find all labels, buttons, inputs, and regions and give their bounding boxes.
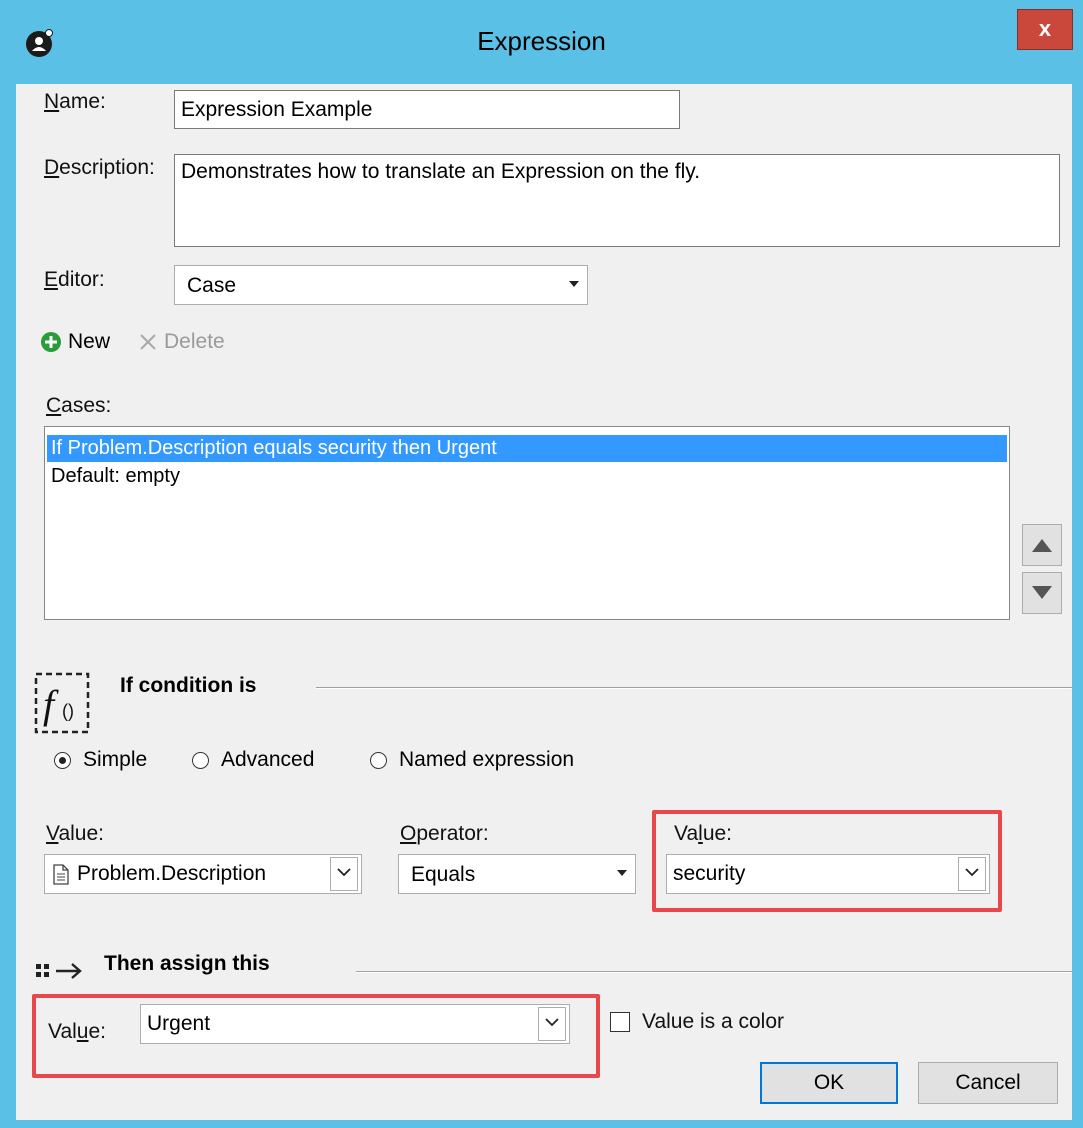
- radio-selected-icon: [54, 751, 71, 769]
- assign-arrow-icon: [36, 960, 90, 982]
- cancel-button[interactable]: Cancel: [918, 1062, 1058, 1104]
- condition-value-text: Problem.Description: [77, 862, 267, 885]
- delete-x-icon: [140, 334, 156, 350]
- operator-select[interactable]: Equals: [398, 854, 636, 894]
- function-icon: f (): [34, 672, 90, 734]
- value-is-color-label: Value is a color: [642, 1010, 785, 1033]
- chevron-down-icon: [569, 281, 579, 287]
- condition-section-title: If condition is: [120, 674, 257, 697]
- arrow-up-icon: [1032, 539, 1052, 552]
- radio-icon: [192, 751, 209, 769]
- operator-label: Operator:: [400, 822, 489, 845]
- radio-advanced-label: Advanced: [221, 748, 315, 771]
- condition-value-dropdown[interactable]: [330, 857, 358, 891]
- radio-named-label: Named expression: [399, 748, 575, 771]
- assign-section-title: Then assign this: [104, 952, 270, 975]
- move-down-button[interactable]: [1022, 572, 1062, 614]
- editor-select-value: Case: [187, 274, 237, 297]
- chevron-down-icon: [965, 868, 979, 877]
- dialog-body: Name: Expression Example Description: De…: [16, 84, 1072, 1120]
- chevron-down-icon: [617, 870, 627, 876]
- move-up-button[interactable]: [1022, 524, 1062, 566]
- list-item[interactable]: Default: empty: [47, 463, 1007, 490]
- editor-label: Editor:: [44, 268, 105, 291]
- description-label: Description:: [44, 156, 155, 179]
- assign-value-input[interactable]: Urgent: [140, 1004, 570, 1044]
- delete-button[interactable]: Delete: [138, 330, 225, 354]
- condition-value2-select[interactable]: security: [666, 854, 990, 894]
- cases-label: Cases:: [46, 394, 112, 417]
- chevron-down-icon: [337, 868, 351, 877]
- ok-button[interactable]: OK: [760, 1062, 898, 1104]
- value-is-color-checkbox[interactable]: [610, 1012, 630, 1032]
- name-input[interactable]: Expression Example: [174, 90, 680, 129]
- description-textarea[interactable]: Demonstrates how to translate an Express…: [174, 154, 1060, 247]
- new-label: New: [68, 330, 111, 353]
- plus-circle-icon: [41, 332, 61, 352]
- radio-simple-label: Simple: [83, 748, 148, 771]
- arrow-down-icon: [1032, 586, 1052, 599]
- window-title: Expression: [477, 26, 606, 56]
- cases-list[interactable]: If Problem.Description equals security t…: [44, 426, 1010, 620]
- expression-dialog: Expression x Name: Expression Example De…: [0, 0, 1083, 1128]
- assign-value-text: Urgent: [147, 1012, 211, 1035]
- operator-value: Equals: [411, 863, 476, 886]
- chevron-down-icon: [545, 1018, 559, 1027]
- radio-icon: [370, 751, 387, 769]
- condition-divider: [316, 687, 1072, 689]
- document-icon: [53, 864, 69, 885]
- condition-value-select[interactable]: Problem.Description: [44, 854, 362, 894]
- svg-text:f: f: [43, 682, 59, 727]
- assign-divider: [356, 971, 1072, 973]
- radio-advanced[interactable]: Advanced: [192, 748, 314, 772]
- close-button[interactable]: x: [1017, 9, 1073, 50]
- assign-value-dropdown[interactable]: [538, 1007, 566, 1041]
- condition-value-label: Value:: [46, 822, 104, 845]
- close-icon: x: [1038, 16, 1052, 41]
- title-bar[interactable]: Expression x: [0, 0, 1083, 84]
- condition-value2-dropdown[interactable]: [958, 857, 986, 891]
- condition-value2-label: Value:: [674, 822, 733, 845]
- new-button[interactable]: New: [40, 330, 110, 354]
- assign-value-label: Value:: [48, 1020, 106, 1043]
- list-item[interactable]: If Problem.Description equals security t…: [47, 435, 1007, 462]
- condition-value2-text: security: [673, 862, 746, 885]
- editor-select[interactable]: Case: [174, 265, 588, 305]
- svg-text:(): (): [62, 701, 74, 721]
- radio-named-expression[interactable]: Named expression: [370, 748, 574, 772]
- delete-label: Delete: [164, 330, 225, 353]
- name-label: Name:: [44, 90, 106, 113]
- radio-simple[interactable]: Simple: [54, 748, 147, 772]
